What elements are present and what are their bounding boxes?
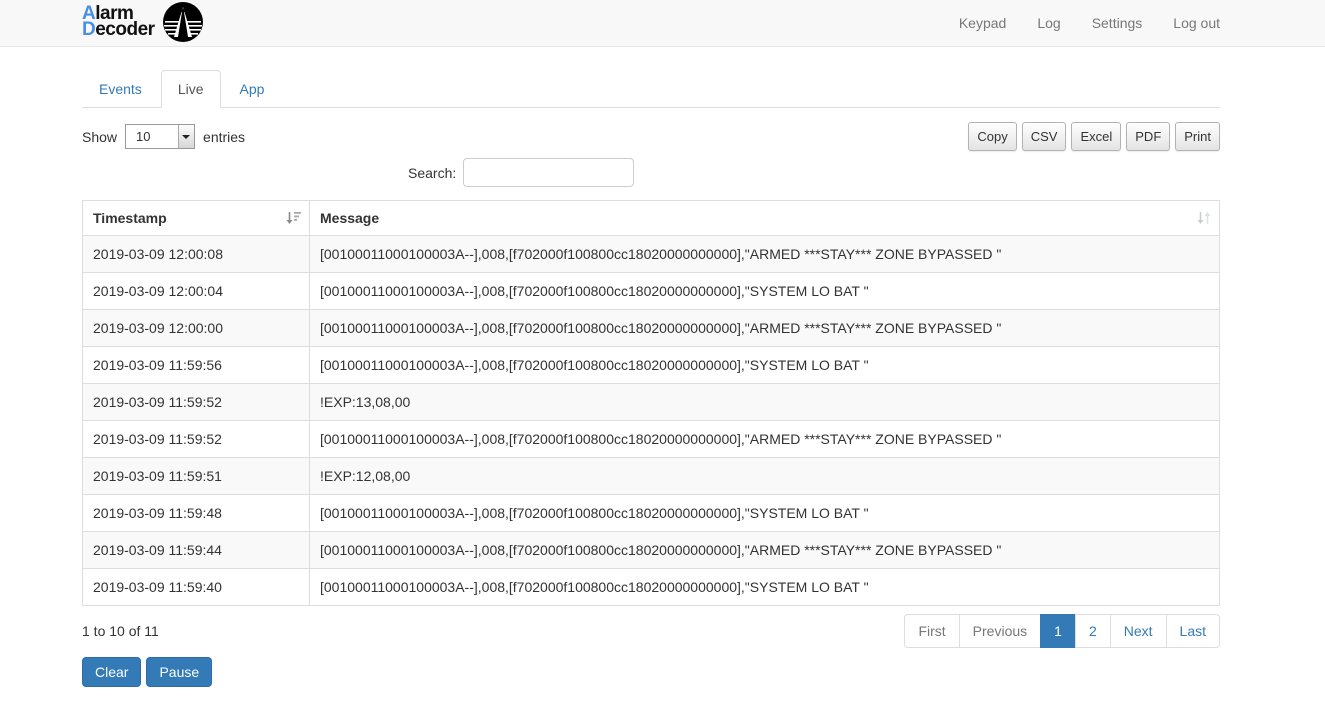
table-row: 2019-03-09 11:59:51 !EXP:12,08,00	[83, 458, 1220, 495]
timestamp-cell: 2019-03-09 12:00:08	[83, 236, 310, 273]
page-last[interactable]: Last	[1167, 614, 1220, 648]
page-next-link[interactable]: Next	[1110, 614, 1167, 648]
message-cell: [00100011000100003A--],008,[f702000f1008…	[310, 273, 1220, 310]
page-1-link[interactable]: 1	[1040, 614, 1076, 648]
timestamp-cell: 2019-03-09 11:59:56	[83, 347, 310, 384]
search-control: Search:	[82, 158, 1220, 187]
navbar-links: Keypad Log Settings Log out	[959, 15, 1220, 31]
table-row: 2019-03-09 11:59:40 [00100011000100003A-…	[83, 569, 1220, 606]
page-previous[interactable]: Previous	[960, 614, 1041, 648]
brand-link[interactable]: Alarm Decoder	[82, 2, 203, 42]
page-size-select-wrap: 10	[125, 124, 195, 149]
tab-live[interactable]: Live	[161, 70, 221, 108]
log-table-body: 2019-03-09 12:00:08 [00100011000100003A-…	[83, 236, 1220, 606]
tab-events[interactable]: Events	[82, 70, 159, 108]
tab-app-link[interactable]: App	[223, 70, 282, 108]
message-cell: [00100011000100003A--],008,[f702000f1008…	[310, 310, 1220, 347]
timestamp-cell: 2019-03-09 11:59:52	[83, 384, 310, 421]
table-row: 2019-03-09 11:59:44 [00100011000100003A-…	[83, 532, 1220, 569]
csv-button[interactable]: CSV	[1022, 122, 1067, 151]
search-label: Search:	[408, 165, 456, 181]
excel-button[interactable]: Excel	[1071, 122, 1121, 151]
page-size-select[interactable]: 10	[125, 124, 195, 149]
navbar: Alarm Decoder Keypad Log Settings Log	[0, 0, 1325, 47]
page-first-link[interactable]: First	[904, 614, 959, 648]
nav-logout[interactable]: Log out	[1173, 15, 1220, 31]
sort-both-icon	[1197, 211, 1211, 225]
table-row: 2019-03-09 11:59:52 !EXP:13,08,00	[83, 384, 1220, 421]
log-actions: Clear Pause	[82, 657, 1220, 687]
message-cell: [00100011000100003A--],008,[f702000f1008…	[310, 532, 1220, 569]
nav-settings[interactable]: Settings	[1092, 15, 1143, 31]
pagination: First Previous 1 2 Next Last	[904, 614, 1220, 648]
message-cell: [00100011000100003A--],008,[f702000f1008…	[310, 236, 1220, 273]
search-input[interactable]	[463, 158, 634, 187]
sort-descending-icon	[286, 211, 301, 225]
timestamp-cell: 2019-03-09 11:59:52	[83, 421, 310, 458]
show-label: Show	[82, 129, 117, 145]
page-length-control: Show 10 entries	[82, 124, 245, 149]
page-2-link[interactable]: 2	[1075, 614, 1111, 648]
page-previous-link[interactable]: Previous	[959, 614, 1041, 648]
timestamp-cell: 2019-03-09 11:59:44	[83, 532, 310, 569]
live-log-table: Timestamp Message	[82, 200, 1220, 606]
table-row: 2019-03-09 11:59:48 [00100011000100003A-…	[83, 495, 1220, 532]
message-cell: !EXP:12,08,00	[310, 458, 1220, 495]
brand-text: Alarm Decoder	[82, 6, 155, 38]
nav-keypad[interactable]: Keypad	[959, 15, 1006, 31]
copy-button[interactable]: Copy	[968, 122, 1016, 151]
timestamp-cell: 2019-03-09 11:59:51	[83, 458, 310, 495]
nav-log[interactable]: Log	[1037, 15, 1060, 31]
timestamp-cell: 2019-03-09 11:59:48	[83, 495, 310, 532]
timestamp-cell: 2019-03-09 12:00:00	[83, 310, 310, 347]
table-row: 2019-03-09 12:00:00 [00100011000100003A-…	[83, 310, 1220, 347]
entries-label: entries	[203, 129, 245, 145]
table-row: 2019-03-09 11:59:56 [00100011000100003A-…	[83, 347, 1220, 384]
table-row: 2019-03-09 11:59:52 [00100011000100003A-…	[83, 421, 1220, 458]
timestamp-cell: 2019-03-09 12:00:04	[83, 273, 310, 310]
column-header-timestamp[interactable]: Timestamp	[83, 201, 310, 236]
message-cell: [00100011000100003A--],008,[f702000f1008…	[310, 569, 1220, 606]
print-button[interactable]: Print	[1175, 122, 1220, 151]
export-buttons: Copy CSV Excel PDF Print	[968, 122, 1220, 151]
tab-bar: Events Live App	[82, 70, 1220, 108]
message-cell: [00100011000100003A--],008,[f702000f1008…	[310, 421, 1220, 458]
pdf-button[interactable]: PDF	[1126, 122, 1170, 151]
page-next[interactable]: Next	[1111, 614, 1167, 648]
table-info: 1 to 10 of 11	[82, 623, 159, 639]
tab-live-link[interactable]: Live	[161, 70, 221, 108]
timestamp-cell: 2019-03-09 11:59:40	[83, 569, 310, 606]
tab-events-link[interactable]: Events	[82, 70, 159, 108]
page-last-link[interactable]: Last	[1166, 614, 1220, 648]
page-2[interactable]: 2	[1076, 614, 1111, 648]
message-cell: !EXP:13,08,00	[310, 384, 1220, 421]
message-cell: [00100011000100003A--],008,[f702000f1008…	[310, 495, 1220, 532]
table-row: 2019-03-09 12:00:04 [00100011000100003A-…	[83, 273, 1220, 310]
tab-app[interactable]: App	[223, 70, 282, 108]
lighthouse-logo-icon	[163, 2, 203, 42]
pause-button[interactable]: Pause	[146, 657, 212, 687]
table-row: 2019-03-09 12:00:08 [00100011000100003A-…	[83, 236, 1220, 273]
clear-button[interactable]: Clear	[82, 657, 141, 687]
page-1[interactable]: 1	[1041, 614, 1076, 648]
column-header-message[interactable]: Message	[310, 201, 1220, 236]
table-header-row: Timestamp Message	[83, 201, 1220, 236]
page-first[interactable]: First	[904, 614, 959, 648]
message-cell: [00100011000100003A--],008,[f702000f1008…	[310, 347, 1220, 384]
